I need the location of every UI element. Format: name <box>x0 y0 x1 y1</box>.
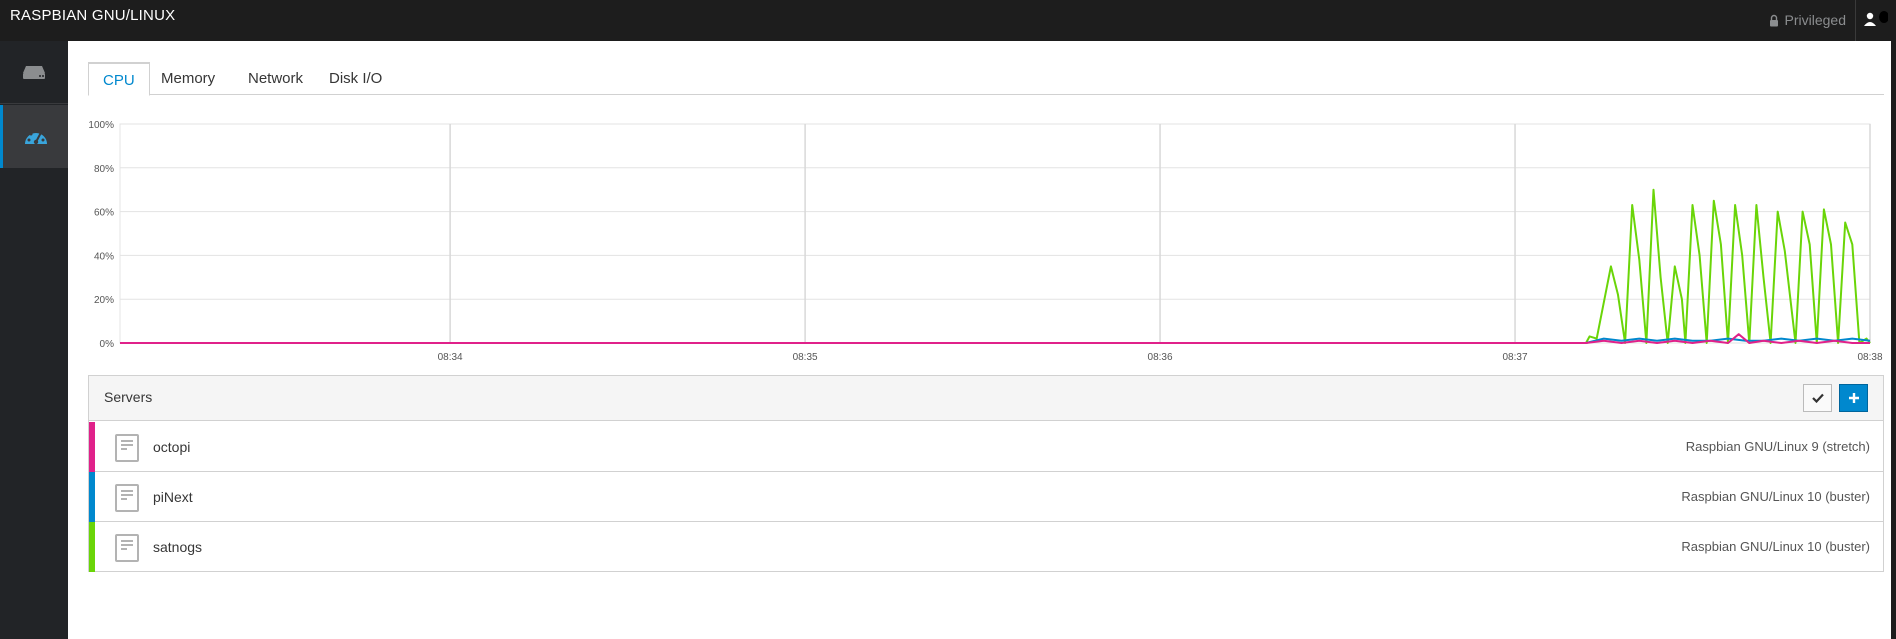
servers-title: Servers <box>104 389 153 405</box>
add-server-button[interactable] <box>1839 384 1868 412</box>
server-icon <box>115 484 139 512</box>
privileged-label: Privileged <box>1784 12 1846 28</box>
tab-disk-io[interactable]: Disk I/O <box>315 62 396 95</box>
x-tick-label: 08:34 <box>438 352 463 363</box>
check-icon <box>1811 393 1824 403</box>
plus-icon <box>1848 393 1859 403</box>
right-edge-strip <box>1891 0 1896 639</box>
server-row-octopi[interactable]: octopi Raspbian GNU/Linux 9 (stretch) <box>89 422 1883 472</box>
top-bar: RASPBIAN GNU/LINUX Privileged <box>0 0 1896 41</box>
server-row-pinext[interactable]: piNext Raspbian GNU/Linux 10 (buster) <box>89 472 1883 522</box>
x-tick-label: 08:38 <box>1857 352 1882 363</box>
server-name: satnogs <box>153 539 203 555</box>
sidebar <box>0 41 68 639</box>
host-brand-title: RASPBIAN GNU/LINUX <box>10 7 176 24</box>
y-tick-label: 20% <box>94 295 114 306</box>
user-icon <box>1864 11 1889 26</box>
dashboard-gauge-icon <box>24 129 47 144</box>
sidebar-item-hosts[interactable] <box>0 41 68 104</box>
y-tick-label: 0% <box>100 339 115 350</box>
tab-network[interactable]: Network <box>234 62 317 95</box>
server-color-indicator <box>89 472 95 522</box>
tab-memory[interactable]: Memory <box>147 62 229 95</box>
server-color-indicator <box>89 422 95 472</box>
x-tick-label: 08:35 <box>793 352 818 363</box>
cpu-usage-chart: 0% 20% 40% 60% 80% 100% 08:34 08:35 08:36 08:37 08… <box>88 120 1883 363</box>
server-icon <box>115 434 139 462</box>
y-tick-label: 100% <box>88 120 114 131</box>
server-os: Raspbian GNU/Linux 9 (stretch) <box>1685 439 1870 454</box>
server-row-satnogs[interactable]: satnogs Raspbian GNU/Linux 10 (buster) <box>89 522 1883 572</box>
lock-icon <box>1769 14 1778 26</box>
y-tick-label: 40% <box>94 251 114 262</box>
chart-plot-area <box>119 123 1871 344</box>
servers-panel: Servers octopi Raspbian GNU/Linux 9 (str… <box>88 375 1884 572</box>
graph-tabs: CPU Memory Network Disk I/O <box>88 62 1884 96</box>
privileged-toggle[interactable]: Privileged <box>1769 6 1846 34</box>
edit-servers-button[interactable] <box>1803 384 1832 412</box>
sidebar-item-dashboard[interactable] <box>0 105 68 168</box>
server-name: piNext <box>153 489 193 505</box>
server-os: Raspbian GNU/Linux 10 (buster) <box>1681 489 1870 504</box>
topbar-divider <box>1855 0 1856 41</box>
x-tick-label: 08:37 <box>1503 352 1528 363</box>
server-icon <box>115 534 139 562</box>
user-menu-button[interactable] <box>1862 10 1889 30</box>
server-name: octopi <box>153 439 191 455</box>
y-tick-label: 60% <box>94 208 114 219</box>
server-icon <box>23 66 45 79</box>
servers-panel-header: Servers <box>89 376 1883 421</box>
x-tick-label: 08:36 <box>1148 352 1173 363</box>
tab-cpu[interactable]: CPU <box>88 62 150 96</box>
server-os: Raspbian GNU/Linux 10 (buster) <box>1681 539 1870 554</box>
y-tick-label: 80% <box>94 164 114 175</box>
server-color-indicator <box>89 522 95 572</box>
